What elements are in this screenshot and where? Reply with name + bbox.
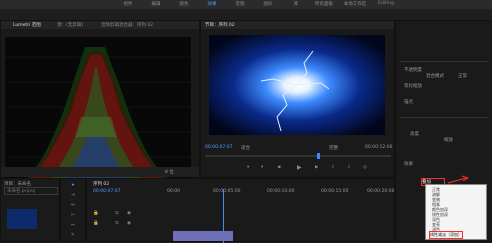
menu-item-selected[interactable]: 线性减淡（添加） <box>429 231 463 239</box>
sync-icon[interactable]: ⇆ <box>115 211 119 216</box>
timeline-ruler[interactable]: 00:00 00:00:05:00 00:00:10:00 00:00:15:0… <box>167 189 395 196</box>
menu-item[interactable]: 颜色 <box>170 1 198 7</box>
menu-item[interactable]: 效果 <box>198 1 226 7</box>
export-frame-icon[interactable]: ◎ <box>363 165 367 170</box>
ruler-tick: 00:00 <box>167 189 180 194</box>
program-monitor-panel: 节目：序列 02 00:00:07:07 适合 完整 00:00:12:06 ▾… <box>200 20 395 178</box>
scope-footer: 8 位 <box>1 167 199 177</box>
program-timecode-in[interactable]: 00:00:07:07 <box>205 145 232 150</box>
mark-out-icon[interactable]: ▾ <box>261 165 263 170</box>
video-clip[interactable] <box>173 231 233 241</box>
tab-source[interactable]: 源：(无剪辑) <box>57 22 83 28</box>
mark-in-icon[interactable]: ▾ <box>247 165 249 170</box>
ruler-tick: 00:00:20:00 <box>367 189 395 194</box>
sync-icon[interactable]: ⇆ <box>115 221 119 226</box>
project-file-label: 未命名.prproj <box>7 189 36 194</box>
extract-icon[interactable]: ⇩ <box>347 165 351 170</box>
menu-item[interactable]: 图形 <box>254 1 282 7</box>
menu-item[interactable]: 编辑 <box>142 1 170 7</box>
divider <box>400 117 488 118</box>
blend-mode-value[interactable]: 正常 <box>458 73 467 79</box>
ripple-edit-icon[interactable]: ⇔ <box>71 203 75 208</box>
tab-audio-mixer[interactable]: 音频剪辑混合器：序列 02 <box>101 22 153 28</box>
razor-tool-icon[interactable]: ✂ <box>71 213 75 218</box>
menu-item[interactable]: Editing <box>372 1 400 6</box>
tools-panel: ➤ ⇥ ⇔ ✂ ↔ ✎ <box>60 178 86 242</box>
scale-label: 等比缩放 <box>404 84 422 89</box>
menu-item[interactable]: 库 <box>282 1 310 7</box>
opacity-label: 不透明度 <box>404 68 422 73</box>
tab-lumetri-scopes[interactable]: Lumetri 范围 <box>13 22 41 28</box>
timeline-timecode[interactable]: 00:00:07:07 <box>93 189 120 194</box>
selection-tool-icon[interactable]: ➤ <box>71 183 75 188</box>
track-headers: 🔒 ⇆ ◉ 🔒 ⇆ ◉ <box>91 209 167 239</box>
eye-icon[interactable]: ◉ <box>127 221 131 226</box>
track-select-icon[interactable]: ⇥ <box>71 193 75 198</box>
ruler-tick: 00:00:05:00 <box>213 189 241 194</box>
play-icon[interactable]: ▶ <box>297 164 302 171</box>
scale-mode-label: 缩放 <box>444 138 453 143</box>
divider <box>400 61 488 62</box>
step-forward-icon[interactable]: ▶ <box>315 165 318 170</box>
lock-icon[interactable]: 🔒 <box>93 211 99 216</box>
rgb-waveform-scope <box>5 37 191 187</box>
ruler-tick: 00:00:15:00 <box>321 189 349 194</box>
anchor-label: 锚点 <box>404 100 413 105</box>
step-back-icon[interactable]: ◀ <box>277 165 280 170</box>
menu-item[interactable]: 所有面板 <box>310 1 338 7</box>
lumetri-scopes-panel: Lumetri 范围 源：(无剪辑) 音频剪辑混合器：序列 02 8 位 <box>0 20 200 187</box>
bit-depth-label: 8 位 <box>165 170 174 175</box>
sequence-tab[interactable]: 序列 02 <box>93 181 109 187</box>
panel-tab-bar: Lumetri 范围 源：(无剪辑) 音频剪辑混合器：序列 02 <box>1 21 199 29</box>
program-tab-bar: 节目：序列 02 <box>201 21 394 29</box>
menu-item[interactable]: 本地工作区 <box>338 1 372 7</box>
menu-item[interactable]: 组件 <box>114 1 142 7</box>
slip-tool-icon[interactable]: ↔ <box>71 223 75 228</box>
menu-bar: 组件 编辑 颜色 效果 音频 图形 库 所有面板 本地工作区 Editing <box>0 0 492 9</box>
eye-icon[interactable]: ◉ <box>127 211 131 216</box>
program-monitor-title[interactable]: 节目：序列 02 <box>205 22 235 28</box>
lift-icon[interactable]: ⇪ <box>331 165 335 170</box>
quality-dropdown[interactable]: 完整 <box>329 145 338 151</box>
blend-mode-menu: 正常 溶解 变暗 相乘 颜色加深 线性加深 深色 变亮 滤色 线性减淡（添加） <box>425 184 487 240</box>
project-panel: 项目：未命名 未命名.prproj <box>0 178 60 242</box>
stretch-label: 高度 <box>410 132 419 137</box>
timeline-panel: 序列 02 00:00:07:07 00:00 00:00:05:00 00:0… <box>86 178 395 243</box>
program-video-frame <box>209 35 385 135</box>
program-scrubber[interactable] <box>205 153 391 159</box>
ruler-tick: 00:00:10:00 <box>267 189 295 194</box>
menu-item[interactable]: 音频 <box>226 1 254 7</box>
playhead-marker[interactable] <box>317 153 320 159</box>
lock-icon[interactable]: 🔒 <box>93 221 99 226</box>
program-timecode-out: 00:00:12:06 <box>365 145 393 150</box>
blend-label: 混合模式 <box>426 74 444 79</box>
clip-thumbnail[interactable] <box>7 209 37 229</box>
fit-dropdown[interactable]: 适合 <box>241 145 250 151</box>
effects-section-label: 效果 <box>404 162 413 167</box>
pen-tool-icon[interactable]: ✎ <box>71 233 75 238</box>
